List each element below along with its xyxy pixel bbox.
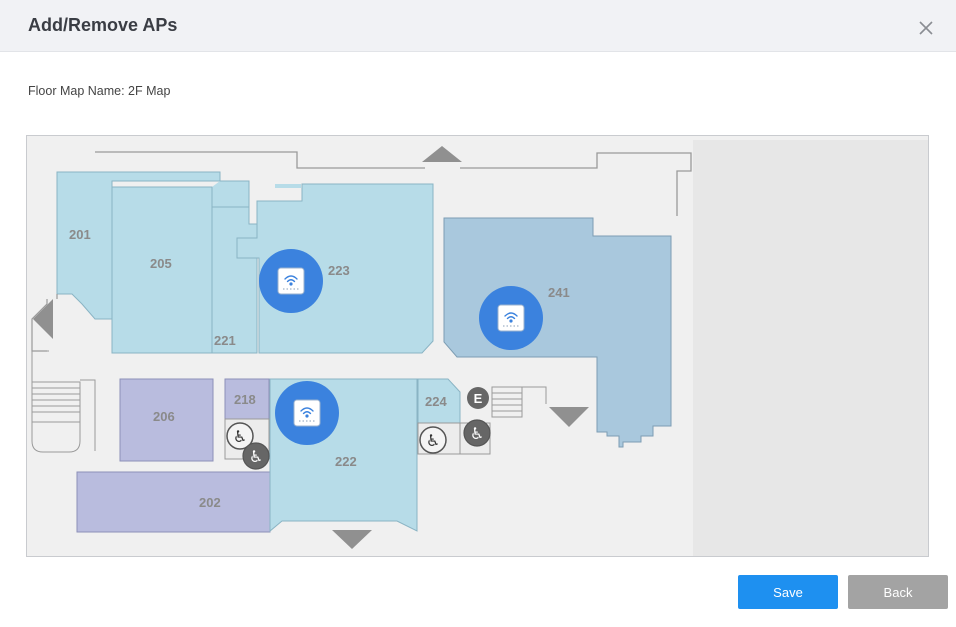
save-button[interactable]: Save <box>738 575 838 609</box>
dialog-header: Add/Remove APs <box>0 0 956 52</box>
arrow-down-icon <box>549 407 589 427</box>
back-button[interactable]: Back <box>848 575 948 609</box>
room-label: 202 <box>199 495 221 510</box>
room-label: 205 <box>150 256 172 271</box>
close-button[interactable] <box>914 16 938 40</box>
close-icon <box>919 21 933 35</box>
room-label: 206 <box>153 409 175 424</box>
svg-text:♿: ♿ <box>470 424 484 443</box>
room-label: 241 <box>548 285 570 300</box>
arrow-down-icon <box>332 530 372 549</box>
access-point-marker[interactable] <box>479 286 543 350</box>
room-label: 224 <box>425 394 447 409</box>
room-label: 223 <box>328 263 350 278</box>
room-202 <box>76 471 271 533</box>
svg-text:♿: ♿ <box>233 427 247 446</box>
dialog-title: Add/Remove APs <box>28 15 178 35</box>
room-label: 218 <box>234 392 256 407</box>
access-point-marker[interactable] <box>259 249 323 313</box>
room-205-annex <box>211 180 250 208</box>
room-label: 201 <box>69 227 91 242</box>
elevator-icon: E <box>467 387 489 409</box>
room-221 <box>211 206 258 354</box>
floor-plan: 201 205 223 241 221 206 218 224 222 202 … <box>31 140 928 556</box>
floor-map-name: Floor Map Name: 2F Map <box>28 84 171 98</box>
wheelchair-icon: ♿ <box>463 419 491 447</box>
room-label: 222 <box>335 454 357 469</box>
floor-map[interactable]: 201 205 223 241 221 206 218 224 222 202 … <box>26 135 929 557</box>
arrow-left-icon <box>33 299 53 339</box>
room-label: 221 <box>214 333 236 348</box>
svg-text:♿: ♿ <box>249 447 263 466</box>
stairs-left <box>31 350 96 453</box>
elevator-label: E <box>474 391 483 406</box>
stairs-right <box>491 386 547 418</box>
map-right-panel <box>693 140 928 556</box>
svg-text:♿: ♿ <box>426 431 440 450</box>
room-223-door <box>275 184 301 188</box>
wheelchair-icon: ♿ <box>242 442 270 470</box>
arrow-up-icon <box>422 146 462 162</box>
wheelchair-icon: ♿ <box>419 426 447 454</box>
access-point-marker[interactable] <box>275 381 339 445</box>
